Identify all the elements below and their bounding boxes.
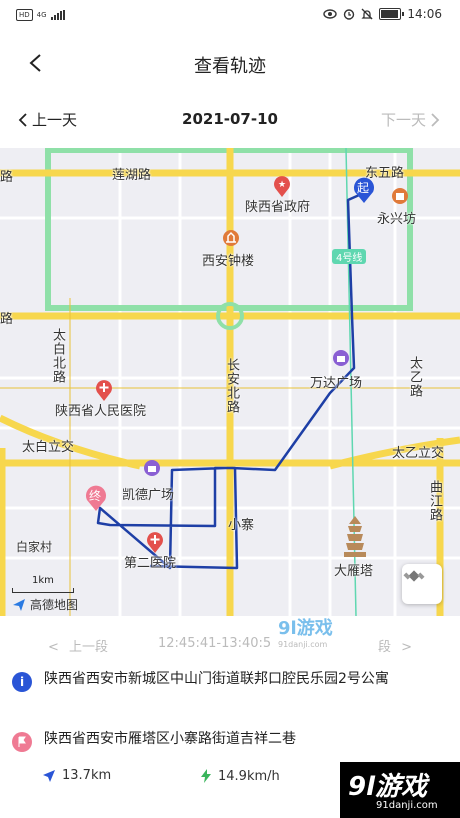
shop-icon xyxy=(392,188,408,204)
end-marker: 终 xyxy=(84,484,108,512)
distance-stat: 13.7km xyxy=(42,768,111,783)
watermark-corner-main: 9l游戏 xyxy=(348,772,428,802)
start-address: 陕西省西安市新城区中山门街道联邦口腔民乐园2号公寓 xyxy=(44,671,389,687)
chevron-right-icon: > xyxy=(401,640,413,655)
eye-icon xyxy=(323,9,338,19)
chevron-right-icon xyxy=(431,112,440,127)
watermark-corner: 9l游戏 91danji.com xyxy=(340,762,460,818)
road-label-taibai-overpass: 太白立交 xyxy=(22,440,75,455)
watermark-corner-sub: 91danji.com xyxy=(376,800,438,811)
battery-icon xyxy=(379,8,405,20)
status-left: HD 4G xyxy=(16,9,65,21)
navigation-arrow-icon xyxy=(43,769,55,782)
status-right: 14:06 xyxy=(323,7,442,21)
speed-value: 14.9km/h xyxy=(218,768,280,784)
end-address-row: 陕西省西安市雁塔区小寨路街道吉祥二巷 xyxy=(12,728,452,752)
poi-bell-tower: 西安钟楼 xyxy=(202,254,255,269)
date-nav: 上一天 2021-07-10 下一天 xyxy=(0,104,460,138)
road-label-taibai-north: 太白北路 xyxy=(50,328,65,384)
lightning-icon xyxy=(201,769,211,783)
watermark-center-sub: 91danji.com xyxy=(278,640,328,649)
status-time: 14:06 xyxy=(407,7,442,21)
amap-logo-icon xyxy=(13,598,25,611)
poi-yongxing: 永兴坊 xyxy=(377,212,417,227)
road-label-taiyi: 太乙路 xyxy=(407,356,422,398)
mute-icon xyxy=(361,8,373,20)
hd-badge: HD xyxy=(16,9,33,21)
metro-line-label: 4号线 xyxy=(332,249,367,264)
chevron-left-icon: < xyxy=(48,640,59,655)
poi-provincial-gov: 陕西省政府 xyxy=(245,200,311,215)
nav-bar: 查看轨迹 xyxy=(0,38,460,88)
road-label-left-2: 路 xyxy=(0,312,14,327)
map-scale-bar xyxy=(12,588,74,593)
road-label-left: 路 xyxy=(0,170,14,185)
poi-people-hospital: 陕西省人民医院 xyxy=(55,404,147,419)
layer-toggle-button[interactable] xyxy=(402,564,442,604)
start-marker-label: 起 xyxy=(357,181,370,195)
road-label-taiyi-overpass: 太乙立交 xyxy=(392,446,445,461)
watermark-center: 9l游戏 91danji.com xyxy=(278,614,333,649)
start-address-icon: i xyxy=(12,672,32,692)
poi-kaide: 凯德广场 xyxy=(122,488,175,503)
segment-time-range: 12:45:41-13:40:5 xyxy=(158,636,272,651)
next-day-button[interactable]: 下一天 xyxy=(381,109,440,130)
poi-second-hospital: 第二医院 xyxy=(124,556,177,571)
road-label-qujiang: 曲江路 xyxy=(427,480,442,522)
end-address-icon xyxy=(12,732,32,752)
road-label-xiaozhai: 小寨 xyxy=(228,518,255,533)
svg-text:★: ★ xyxy=(278,180,286,190)
prev-segment-label: 上一段 xyxy=(69,640,109,655)
start-address-row: i 陕西省西安市新城区中山门街道联邦口腔民乐园2号公寓 xyxy=(12,668,452,692)
status-bar: HD 4G 14:06 xyxy=(0,0,460,30)
map-view[interactable]: 路 莲湖路 东五路 陕西省政府 永兴坊 西安钟楼 4号线 路 太白北路 长安北路… xyxy=(0,148,460,616)
watermark-center-main: 9l游戏 xyxy=(278,618,333,639)
bell-tower-icon xyxy=(223,230,239,246)
mall-icon xyxy=(144,460,160,476)
segment-nav: < 上一段 12:45:41-13:40:5 段 > xyxy=(0,630,460,660)
map-scale-label: 1km xyxy=(32,575,54,586)
government-icon: ★ xyxy=(274,176,290,197)
road-label-lianhu: 莲湖路 xyxy=(112,168,152,183)
hospital-icon xyxy=(96,380,112,401)
pagoda-icon xyxy=(344,516,366,557)
amap-logo-text: 高德地图 xyxy=(30,598,79,612)
page-title: 查看轨迹 xyxy=(194,56,266,77)
mall-icon xyxy=(333,350,349,366)
poi-dayan-pagoda: 大雁塔 xyxy=(334,564,374,579)
distance-value: 13.7km xyxy=(62,768,112,783)
satellite-icon xyxy=(403,570,425,582)
next-segment-button[interactable]: 段 > xyxy=(378,636,412,655)
hospital-icon xyxy=(147,532,163,553)
road-label-baijiacun: 白家村 xyxy=(16,540,53,554)
next-segment-label: 段 xyxy=(378,640,392,655)
road-label-changan-north: 长安北路 xyxy=(224,358,239,414)
signal-icon xyxy=(50,10,65,20)
start-marker: 起 xyxy=(352,176,376,204)
poi-wanda: 万达广场 xyxy=(310,376,363,391)
speed-stat: 14.9km/h xyxy=(200,768,280,784)
end-marker-label: 终 xyxy=(89,489,102,503)
alarm-icon xyxy=(344,9,355,20)
network-label: 4G xyxy=(36,11,47,19)
amap-logo: 高德地图 xyxy=(12,596,78,613)
prev-segment-button[interactable]: < 上一段 xyxy=(48,636,108,655)
end-address: 陕西省西安市雁塔区小寨路街道吉祥二巷 xyxy=(44,731,296,747)
next-day-label: 下一天 xyxy=(380,111,426,129)
